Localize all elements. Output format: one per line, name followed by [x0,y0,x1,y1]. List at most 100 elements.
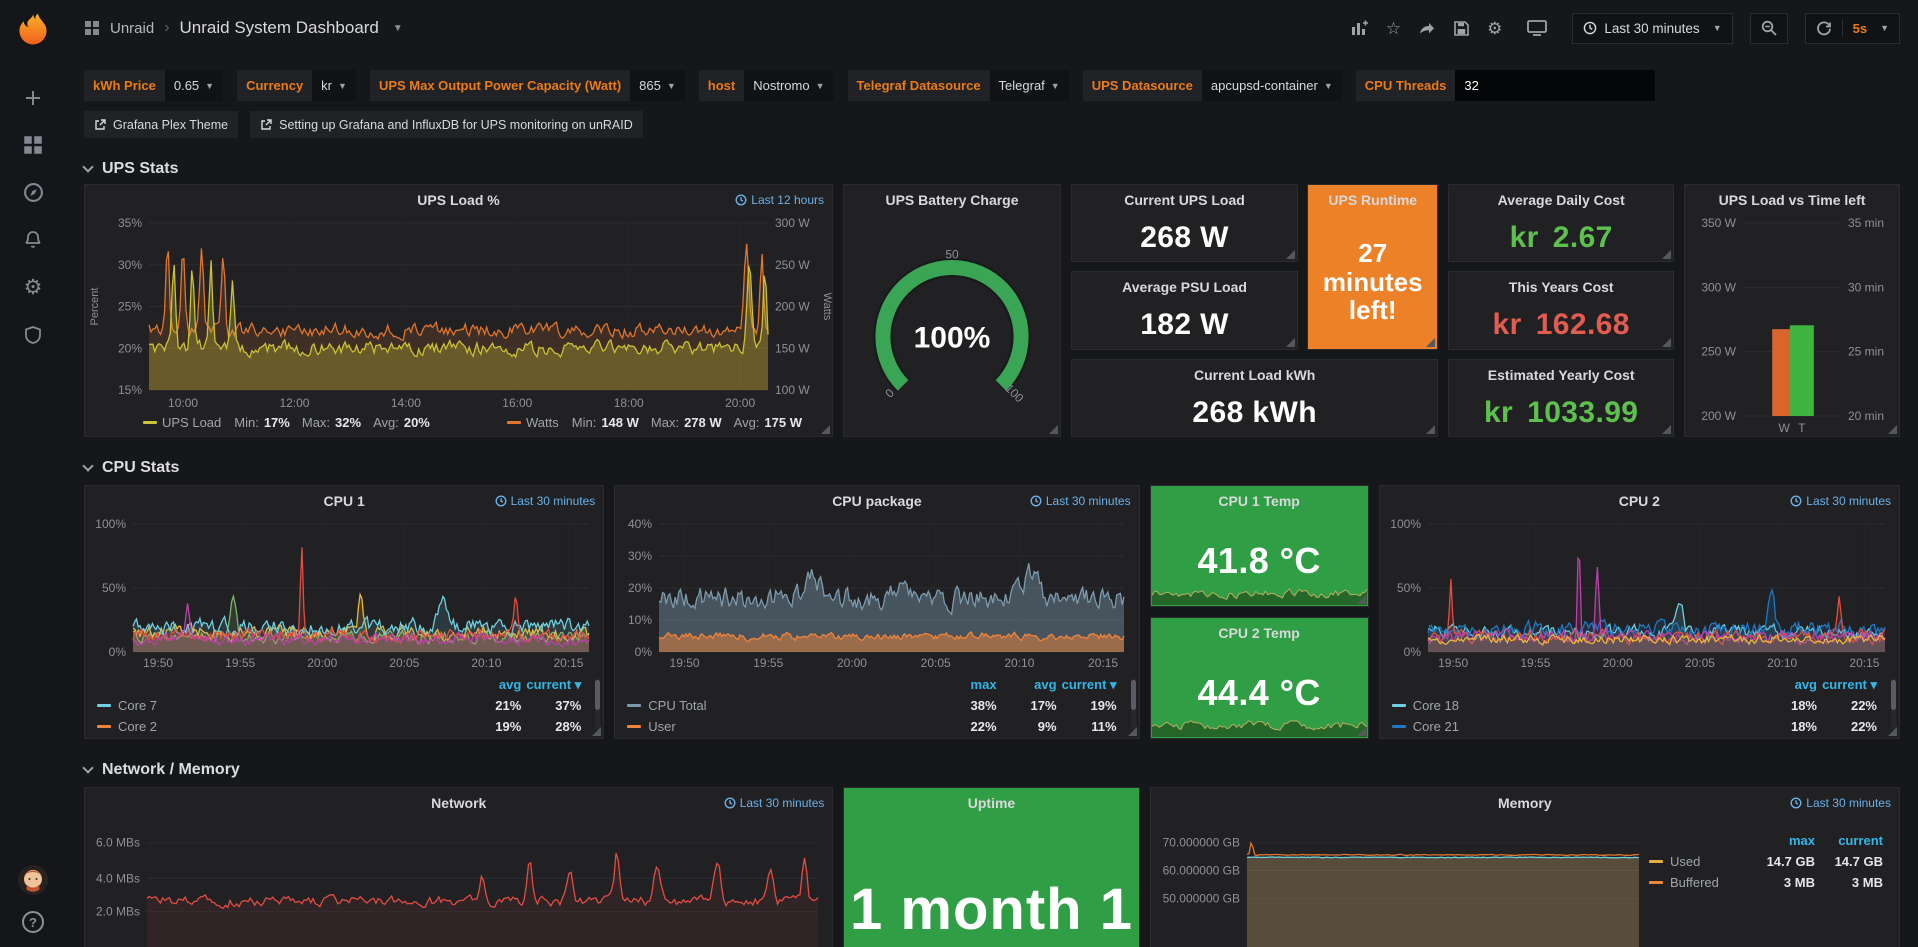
resize-handle[interactable] [1662,250,1671,259]
grafana-logo-icon[interactable] [14,10,52,48]
legend-scrollbar[interactable] [1891,678,1896,730]
legend-item[interactable]: UPS LoadMin:17%Max:32%Avg:20% [143,415,430,430]
legend-column-header[interactable]: max [937,677,997,692]
legend-row[interactable]: Buffered3 MB3 MB [1649,872,1883,893]
panel-title[interactable]: CPU 2 [1619,493,1660,509]
panel-title[interactable]: Estimated Yearly Cost [1488,367,1635,383]
panel-title[interactable]: Network [431,795,486,811]
resize-handle[interactable] [1286,250,1295,259]
memory-chart[interactable]: 70.000000 GB60.000000 GB50.000000 GB [1151,818,1649,947]
panel-title[interactable]: CPU package [832,493,921,509]
panel-title[interactable]: Current Load kWh [1194,367,1315,383]
legend-scrollbar[interactable] [1131,678,1136,730]
add-icon[interactable] [23,88,43,108]
page-title[interactable]: Unraid System Dashboard [180,18,379,38]
panel-title[interactable]: UPS Load % [417,192,499,208]
ups-load-chart[interactable]: 35%30%25%20%15%300 W250 W200 W150 W100 W… [85,215,832,412]
cycle-view-tv-icon[interactable] [1527,19,1547,37]
var-value-dropdown[interactable]: kr▼ [312,70,356,101]
row-header-cpu-stats[interactable]: CPU Stats [84,453,1900,483]
zoom-out-button[interactable] [1750,13,1788,44]
dashboard-link[interactable]: Grafana Plex Theme [84,111,238,138]
legend-column-header[interactable]: current ▾ [521,677,581,693]
panel-title[interactable]: CPU 1 Temp [1218,493,1299,509]
var-value-dropdown[interactable]: 865▼ [630,70,685,101]
time-range-picker[interactable]: Last 30 minutes ▼ [1572,13,1732,44]
panel-title[interactable]: This Years Cost [1509,279,1614,295]
legend-row[interactable]: Core 2118%22% [1392,716,1877,737]
panel-title[interactable]: CPU 2 Temp [1218,625,1299,641]
legend-row[interactable]: Used14.7 GB14.7 GB [1649,851,1883,872]
legend-column-header[interactable]: avg [997,677,1057,692]
panel-time-override[interactable]: Last 30 minutes [1030,494,1131,508]
resize-handle[interactable] [1426,338,1435,347]
panel-title[interactable]: CPU 1 [324,493,365,509]
refresh-button[interactable]: 5s ▼ [1805,13,1900,44]
panel-title[interactable]: UPS Load vs Time left [1719,192,1866,208]
var-value-dropdown[interactable]: Telegraf▼ [990,70,1069,101]
legend-row[interactable]: Core 721%37% [97,695,581,716]
breadcrumb-app[interactable]: Unraid [110,20,154,37]
resize-handle[interactable] [1049,425,1058,434]
settings-gear-icon[interactable]: ⚙ [1487,20,1502,37]
legend-column-header[interactable]: avg [461,677,521,692]
resize-handle[interactable] [1357,727,1366,736]
panel-time-override[interactable]: Last 30 minutes [495,494,596,508]
var-value-dropdown[interactable]: apcupsd-container▼ [1202,70,1342,101]
legend-row[interactable]: User22%9%11% [627,716,1116,737]
panel-time-override[interactable]: Last 30 minutes [1790,494,1891,508]
dashboards-icon[interactable] [23,135,43,155]
panel-title[interactable]: Average PSU Load [1122,279,1247,295]
legend-row[interactable]: CPU Total38%17%19% [627,695,1116,716]
configuration-gear-icon[interactable]: ⚙ [24,277,43,298]
battery-gauge[interactable]: 050100100% [844,215,1060,436]
legend-column-header[interactable]: max [1747,833,1815,848]
save-button[interactable] [1453,20,1470,37]
alerting-bell-icon[interactable] [23,230,43,250]
cpu-package-chart[interactable]: 40%30%20%10%0%19:5019:5520:0020:0520:102… [615,516,1138,672]
dashboard-grid-icon[interactable] [84,20,100,36]
resize-handle[interactable] [1426,425,1435,434]
legend-column-header[interactable]: current ▾ [1817,677,1877,693]
help-icon[interactable]: ? [22,911,44,933]
panel-title[interactable]: Average Daily Cost [1498,192,1625,208]
panel-time-override[interactable]: Last 30 minutes [724,796,825,810]
panel-title[interactable]: UPS Runtime [1328,192,1417,208]
share-button[interactable] [1418,19,1436,37]
resize-handle[interactable] [1128,727,1137,736]
legend-column-header[interactable]: avg [1757,677,1817,692]
server-admin-shield-icon[interactable] [23,325,43,345]
var-value-dropdown[interactable]: Nostromo▼ [744,70,833,101]
legend-item[interactable]: WattsMin:148 WMax:278 WAvg:175 W [507,415,802,430]
panel-title[interactable]: Current UPS Load [1124,192,1245,208]
resize-handle[interactable] [1662,425,1671,434]
resize-handle[interactable] [821,425,830,434]
legend-column-header[interactable]: current ▾ [1057,677,1117,693]
explore-compass-icon[interactable] [23,182,44,203]
cpu1-chart[interactable]: 100%50%0%19:5019:5520:0020:0520:1020:15 [85,516,603,672]
panel-time-override[interactable]: Last 12 hours [735,193,824,207]
cpu-threads-input[interactable] [1455,70,1655,101]
panel-title[interactable]: Memory [1498,795,1552,811]
panel-title[interactable]: Uptime [968,795,1015,811]
legend-row[interactable]: Core 1818%22% [1392,695,1877,716]
resize-handle[interactable] [1888,425,1897,434]
dashboard-link[interactable]: Setting up Grafana and InfluxDB for UPS … [250,111,643,138]
cpu2-chart[interactable]: 100%50%0%19:5019:5520:0020:0520:1020:15 [1380,516,1899,672]
panel-time-override[interactable]: Last 30 minutes [1790,796,1891,810]
panel-title[interactable]: UPS Battery Charge [885,192,1018,208]
row-header-ups-stats[interactable]: UPS Stats [84,154,1900,184]
resize-handle[interactable] [1662,338,1671,347]
legend-scrollbar[interactable] [595,678,600,730]
network-chart[interactable]: 6.0 MBs4.0 MBs2.0 MBs [85,818,832,947]
add-panel-button[interactable] [1351,19,1369,37]
star-button[interactable]: ☆ [1386,20,1401,37]
resize-handle[interactable] [592,727,601,736]
user-avatar[interactable] [18,865,48,895]
legend-column-header[interactable]: current [1815,833,1883,848]
ups-bar-chart[interactable]: 350 W300 W250 W200 W35 min30 min25 min20… [1685,215,1899,436]
resize-handle[interactable] [1888,727,1897,736]
var-value-dropdown[interactable]: 0.65▼ [165,70,223,101]
legend-row[interactable]: Core 219%28% [97,716,581,737]
resize-handle[interactable] [1286,338,1295,347]
